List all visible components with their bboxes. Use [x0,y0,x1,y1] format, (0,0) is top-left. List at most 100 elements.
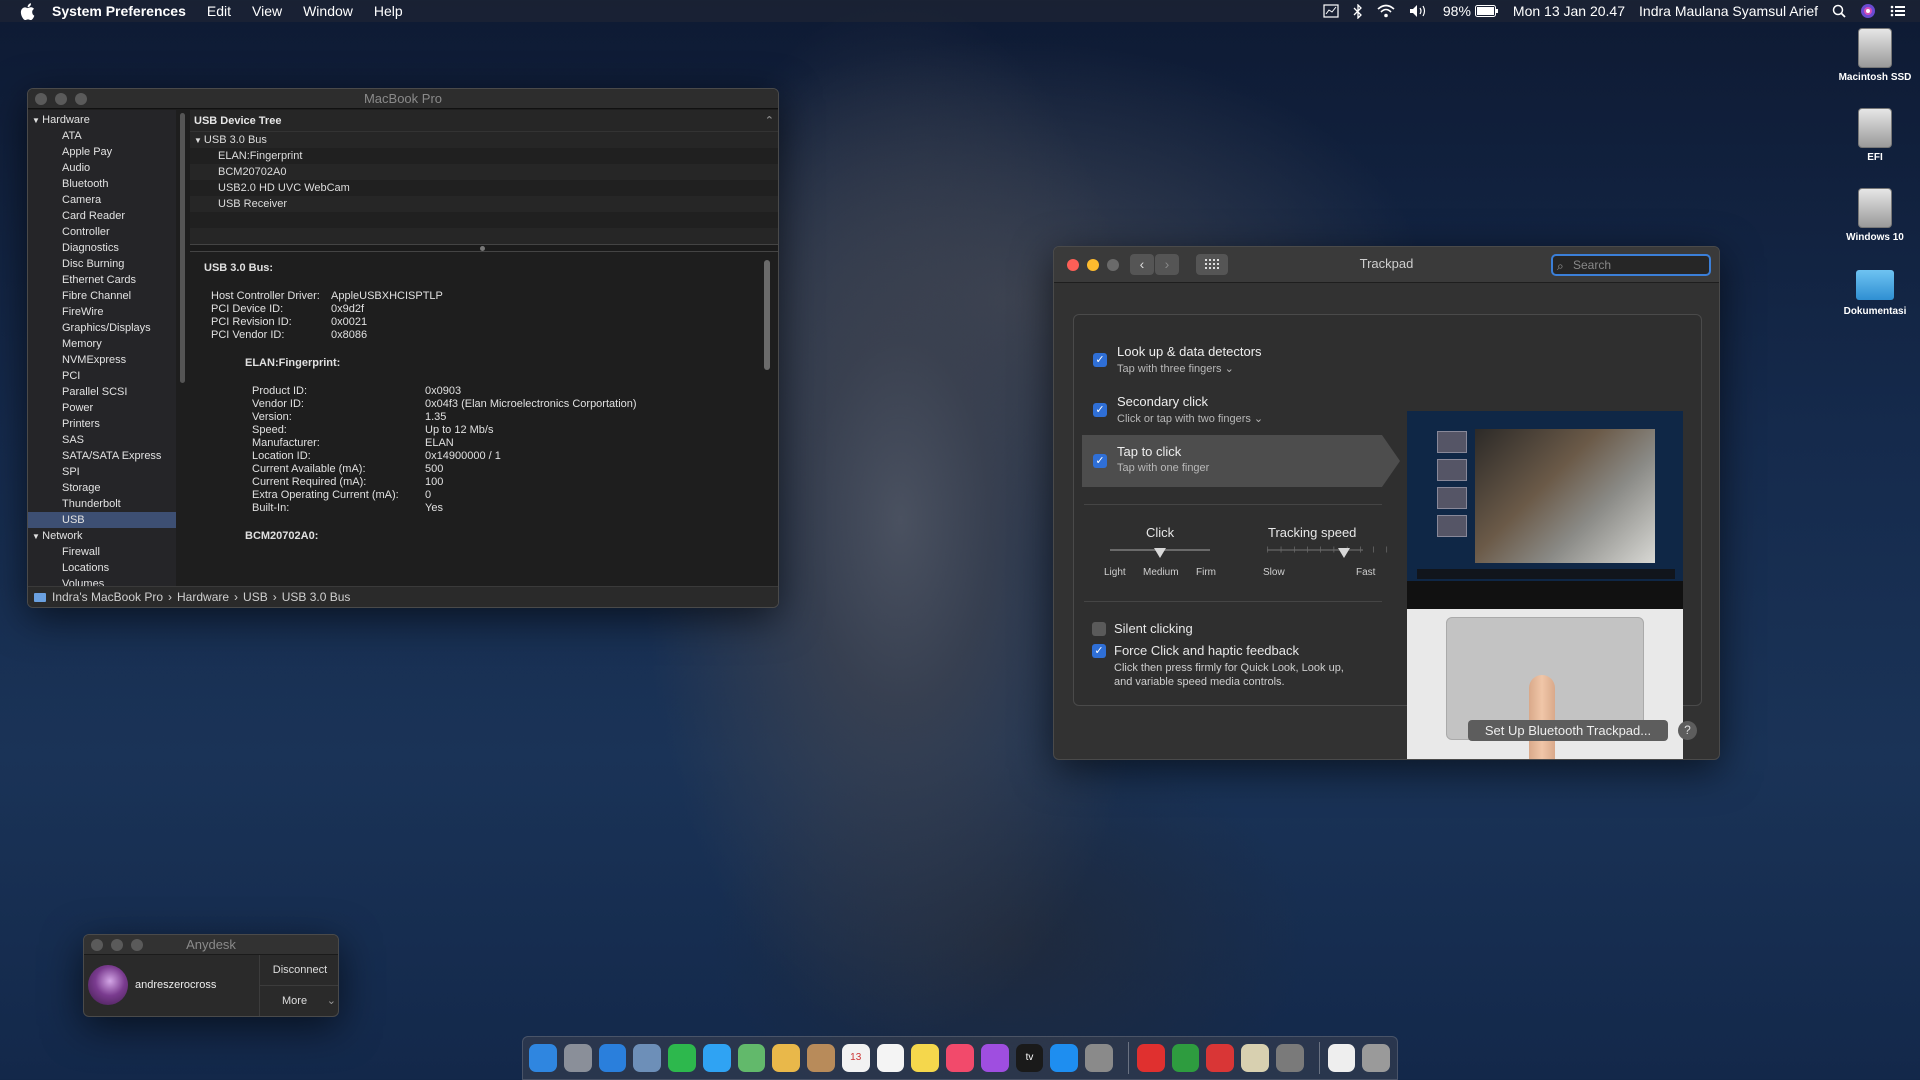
minimize-button[interactable] [1087,259,1099,271]
force-click-checkbox[interactable]: ✓ [1092,644,1106,658]
close-button[interactable] [35,93,47,105]
tree-row[interactable] [190,228,778,244]
window-title-bar[interactable]: MacBook Pro [28,89,778,109]
sidebar-item[interactable]: NVMExpress [28,352,176,368]
device-tree-header[interactable]: USB Device Tree ⌃ [190,110,778,132]
photos-icon[interactable] [772,1044,801,1072]
sidebar-item[interactable]: Disc Burning [28,256,176,272]
sidebar-item[interactable]: USB [28,512,176,528]
splitter-handle-icon[interactable] [480,246,485,251]
chevron-up-icon[interactable]: ⌃ [765,110,774,132]
sidebar-item[interactable]: PCI [28,368,176,384]
sidebar-item[interactable]: Memory [28,336,176,352]
safari-icon[interactable] [598,1044,627,1072]
contacts-icon[interactable] [807,1044,835,1072]
sidebar-item[interactable]: Thunderbolt [28,496,176,512]
path-item[interactable]: USB [243,587,268,607]
menu-edit[interactable]: Edit [207,3,231,19]
finder-icon[interactable] [529,1044,557,1072]
sidebar-item[interactable]: Apple Pay [28,144,176,160]
silent-clicking-label[interactable]: Silent clicking [1114,621,1193,636]
minimize-button[interactable] [111,939,123,951]
pane-splitter[interactable] [190,244,778,252]
forward-button[interactable]: › [1155,254,1179,275]
anydesk-icon[interactable] [1136,1044,1165,1072]
close-button[interactable] [1067,259,1079,271]
more-button[interactable]: More ⌄ [259,986,338,1016]
menu-window[interactable]: Window [303,3,353,19]
sidebar-scrollbar[interactable] [180,113,185,383]
sidebar-item[interactable]: Audio [28,160,176,176]
desktop-icon[interactable]: Macintosh SSD [1820,28,1920,83]
menu-view[interactable]: View [252,3,282,19]
menu-app-name[interactable]: System Preferences [52,3,186,19]
click-slider-knob[interactable] [1154,548,1166,558]
desktop-icon[interactable]: Dokumentasi [1820,270,1920,317]
desktop-icon[interactable]: EFI [1820,108,1920,163]
secondary-click-gesture-dropdown[interactable]: Click or tap with two fingers ⌄ [1117,412,1263,425]
siri-icon[interactable] [1860,3,1876,19]
sidebar-item[interactable]: Parallel SCSI [28,384,176,400]
sidebar-item[interactable]: ATA [28,128,176,144]
sidebar-item[interactable]: FireWire [28,304,176,320]
window-toolbar[interactable]: ‹ › Trackpad ⌕ Search [1054,247,1719,283]
trash-icon[interactable] [1362,1044,1391,1072]
help-button[interactable]: ? [1678,721,1697,740]
tree-row[interactable]: USB2.0 HD UVC WebCam [190,180,778,196]
path-item[interactable]: Hardware [177,587,229,607]
sidebar-item[interactable]: SAS [28,432,176,448]
sidebar-item[interactable]: Power [28,400,176,416]
volume-icon[interactable] [1409,4,1429,18]
secondary-click-checkbox[interactable]: ✓ [1093,403,1107,417]
sidebar-item[interactable]: Bluetooth [28,176,176,192]
tap-to-click-checkbox[interactable]: ✓ [1093,454,1107,468]
wifi-icon[interactable] [1377,4,1395,18]
preview-icon[interactable] [633,1044,662,1072]
show-all-button[interactable] [1196,254,1228,275]
zoom-button[interactable] [75,93,87,105]
battery-icon[interactable] [1474,5,1499,17]
close-button[interactable] [91,939,103,951]
minimize-button[interactable] [55,93,67,105]
reminders-icon[interactable] [876,1044,905,1072]
sidebar-item[interactable]: Graphics/Displays [28,320,176,336]
clock[interactable]: Mon 13 Jan 20.47 [1513,3,1625,19]
path-item[interactable]: USB 3.0 Bus [282,587,351,607]
spotlight-icon[interactable] [1832,4,1846,18]
sidebar-item[interactable]: Firewall [28,544,176,560]
sidebar-item[interactable]: SATA/SATA Express [28,448,176,464]
lookup-checkbox[interactable]: ✓ [1093,353,1107,367]
menu-help[interactable]: Help [374,3,403,19]
podcasts-icon[interactable] [980,1044,1009,1072]
user-name[interactable]: Indra Maulana Syamsul Arief [1639,3,1818,19]
sidebar-item[interactable]: Card Reader [28,208,176,224]
music-icon[interactable] [946,1044,974,1072]
desktop-icon[interactable]: Windows 10 [1820,188,1920,243]
apple-menu-icon[interactable] [18,2,36,20]
sidebar-item[interactable]: Fibre Channel [28,288,176,304]
facetime-icon[interactable] [668,1044,696,1072]
disconnect-button[interactable]: Disconnect [259,955,338,986]
tracking-slider-knob[interactable] [1337,548,1350,558]
option-tap-to-click[interactable]: ✓ Tap to click Tap with one finger [1082,435,1400,487]
silent-clicking-checkbox[interactable] [1092,622,1106,636]
launchpad-icon[interactable] [563,1044,592,1072]
lookup-gesture-dropdown[interactable]: Tap with three fingers ⌄ [1117,362,1234,375]
zoom-button[interactable] [131,939,143,951]
sidebar-item[interactable]: Locations [28,560,176,576]
sidebar-item[interactable]: Storage [28,480,176,496]
tree-row[interactable]: USB Receiver [190,196,778,212]
sidebar-item[interactable]: Ethernet Cards [28,272,176,288]
back-button[interactable]: ‹ [1130,254,1154,275]
app-red-icon[interactable] [1206,1044,1235,1072]
sidebar-item[interactable]: Controller [28,224,176,240]
notes-icon[interactable] [911,1044,940,1072]
disclosure-triangle-icon[interactable]: ▼ [32,116,42,125]
sidebar-item[interactable]: Printers [28,416,176,432]
document-icon[interactable] [1327,1044,1356,1072]
disclosure-triangle-icon[interactable]: ▼ [32,532,42,541]
app-store-icon[interactable] [1050,1044,1079,1072]
details-scrollbar[interactable] [764,260,770,370]
sidebar-section[interactable]: ▼ Hardware [28,112,176,128]
messages-icon[interactable] [702,1044,731,1072]
